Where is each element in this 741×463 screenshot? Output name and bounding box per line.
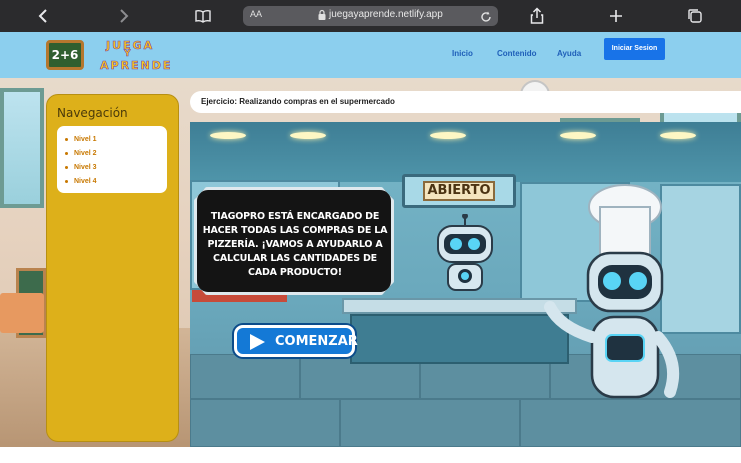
bullet-icon [65, 165, 68, 169]
ceiling-light [430, 132, 466, 139]
reader-mode-button[interactable]: AA [250, 9, 262, 19]
nav-link-ayuda[interactable]: Ayuda [557, 49, 581, 58]
sidebar-item-nivel-2[interactable]: Nivel 2 [65, 146, 167, 160]
url-text: juegayaprende.netlify.app [329, 9, 443, 20]
sidebar-level-list: Nivel 1 Nivel 2 Nivel 3 Nivel 4 [57, 126, 167, 193]
sidebar-item-nivel-1[interactable]: Nivel 1 [65, 132, 167, 146]
exercise-title: Ejercicio: Realizando compras en el supe… [201, 97, 395, 106]
ceiling-light [290, 132, 326, 139]
sidebar-item-label: Nivel 1 [74, 135, 97, 143]
sidebar-item-label: Nivel 4 [74, 177, 97, 185]
share-icon[interactable] [527, 6, 547, 26]
floor-tile [190, 354, 300, 399]
cashier-robot-icon [437, 214, 493, 291]
new-tab-icon[interactable] [606, 6, 626, 26]
store-ceiling [190, 122, 741, 182]
sidebar-item-label: Nivel 3 [74, 163, 97, 171]
sidebar-title: Navegación [57, 106, 128, 120]
logo-word-y: Y [124, 49, 133, 60]
page-bottom-area [0, 447, 741, 463]
bullet-icon [65, 137, 68, 141]
chef-robot-icon [544, 184, 679, 399]
forward-icon[interactable] [113, 6, 133, 26]
browser-toolbar: AA juegayaprende.netlify.app [0, 0, 741, 32]
bullet-icon [65, 151, 68, 155]
back-icon[interactable] [34, 6, 54, 26]
speech-text: TIAGOPRO ESTÁ ENCARGADO DE HACER TODAS L… [202, 211, 388, 278]
ceiling-light [560, 132, 596, 139]
sidebar-item-label: Nivel 2 [74, 149, 97, 157]
address-bar[interactable]: AA juegayaprende.netlify.app [243, 6, 498, 26]
navigation-sidebar: Navegación Nivel 1 Nivel 2 Nivel 3 Nivel… [46, 94, 179, 442]
floor-tile [190, 399, 340, 447]
background-desk [0, 293, 44, 333]
login-button[interactable]: Iniciar Sesion [604, 38, 665, 60]
store-sign: ABIERTO [402, 174, 516, 208]
background-window [0, 88, 44, 208]
tabs-overview-icon[interactable] [685, 6, 705, 26]
logo-badge: 2+6 [46, 40, 84, 70]
game-canvas[interactable]: ABIERTO TIAGOPRO ESTÁ ENCARGADO DE HACER… [190, 122, 741, 447]
ceiling-light [210, 132, 246, 139]
bookmarks-icon[interactable] [193, 6, 213, 26]
lock-icon [318, 9, 326, 20]
sign-label: ABIERTO [423, 181, 495, 201]
exercise-header: Ejercicio: Realizando compras en el supe… [190, 91, 741, 113]
ceiling-light [660, 132, 696, 139]
start-button[interactable]: COMENZAR [234, 325, 358, 357]
sidebar-item-nivel-4[interactable]: Nivel 4 [65, 174, 167, 188]
bullet-icon [65, 179, 68, 183]
nav-link-contenido[interactable]: Contenido [497, 49, 537, 58]
floor-tile [340, 399, 520, 447]
logo-word-aprende: APRENDE [100, 59, 173, 73]
site-logo[interactable]: 2+6 JUEGA Y APRENDE [46, 37, 178, 75]
nav-link-inicio[interactable]: Inicio [452, 49, 473, 58]
play-icon [250, 334, 265, 350]
store-counter [350, 314, 569, 364]
start-button-label: COMENZAR [275, 334, 358, 349]
sidebar-item-nivel-3[interactable]: Nivel 3 [65, 160, 167, 174]
